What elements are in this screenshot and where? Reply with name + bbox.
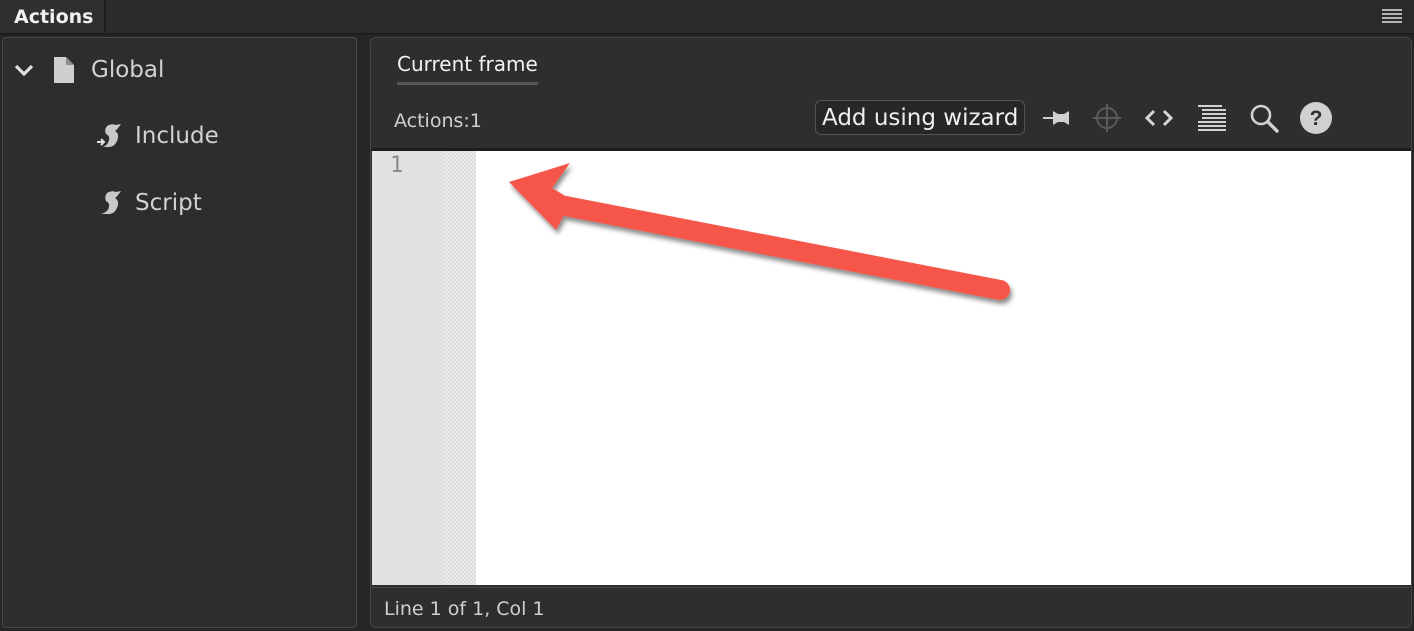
code-editor[interactable]: 1 [372, 148, 1411, 585]
document-icon [54, 57, 74, 83]
tree-item-label: Include [135, 123, 219, 149]
status-bar: Line 1 of 1, Col 1 [371, 587, 1411, 627]
line-number: 1 [390, 153, 404, 178]
pin-icon [1043, 111, 1069, 125]
line-number-gutter: 1 [372, 151, 444, 585]
format-code-button[interactable] [1195, 101, 1229, 135]
format-code-icon [1198, 105, 1226, 131]
tree-item-script[interactable]: Script [95, 188, 202, 218]
wizard-label: Add using wizard [822, 104, 1019, 131]
script-icon [101, 191, 121, 215]
fold-margin [444, 151, 476, 585]
target-icon [1093, 104, 1121, 132]
tree-item-global[interactable]: Global [13, 56, 164, 84]
panel-title: Actions [14, 5, 94, 28]
cursor-position: Line 1 of 1, Col 1 [384, 598, 545, 620]
help-button[interactable]: ? [1299, 101, 1333, 135]
tree-item-include[interactable]: Include [95, 121, 219, 151]
script-editor-panel: Current frame Actions:1 Add using wizard… [370, 37, 1412, 628]
find-icon [1250, 104, 1279, 133]
tree-item-label: Global [91, 57, 165, 83]
svg-text:?: ? [1310, 107, 1323, 130]
script-navigator: Global Include Script [2, 37, 357, 628]
code-snippets-icon [1144, 109, 1174, 127]
chevron-down-icon[interactable] [13, 59, 35, 81]
panel-header: Actions [0, 0, 1414, 35]
panel-menu-icon[interactable] [1382, 9, 1402, 23]
insert-target-path-button[interactable] [1090, 101, 1124, 135]
script-include-icon [97, 124, 121, 148]
code-snippets-button[interactable] [1142, 101, 1176, 135]
tab-actions[interactable]: Actions [0, 0, 106, 33]
code-text-area[interactable] [476, 151, 1411, 585]
help-icon: ? [1300, 102, 1332, 134]
tree-item-label: Script [135, 190, 202, 216]
find-button[interactable] [1247, 101, 1281, 135]
tab-current-frame[interactable]: Current frame [397, 52, 538, 85]
actions-label: Actions:1 [394, 110, 482, 132]
add-using-wizard-button[interactable]: Add using wizard [815, 100, 1026, 135]
pin-script-button[interactable] [1039, 101, 1073, 135]
